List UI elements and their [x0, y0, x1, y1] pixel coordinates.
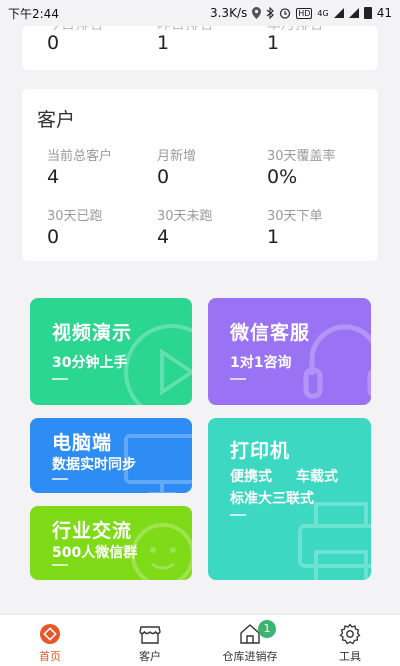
video-demo-tile[interactable]: 视频演示 30分钟上手	[30, 298, 192, 405]
tab-label: 工具	[339, 650, 361, 663]
rank-value-today: 0	[47, 32, 60, 54]
tile-dash	[230, 514, 246, 516]
tile-title: 微信客服	[230, 322, 311, 344]
pc-client-tile[interactable]: 电脑端 数据实时同步	[30, 418, 192, 493]
tile-title: 打印机	[230, 440, 291, 462]
customer-title: 客户	[37, 109, 76, 131]
tab-warehouse[interactable]: 1 仓库进销存	[200, 615, 300, 666]
status-bar: 下午2:44 3.3K/s HD 4G 41	[0, 0, 400, 26]
tile-subtitle-standard: 标准大三联式	[230, 491, 314, 507]
stat-orders[interactable]: 30天下单 1	[267, 205, 377, 248]
tile-dash	[52, 378, 68, 380]
tile-subtitle-vehicle: 车载式	[296, 469, 338, 485]
network-speed: 3.3K/s	[209, 6, 248, 20]
store-icon	[139, 626, 161, 644]
battery-level: 41	[376, 6, 392, 20]
status-time: 下午2:44	[8, 6, 59, 21]
alarm-icon	[280, 8, 291, 19]
stat-label: 30天未跑	[157, 209, 213, 224]
bluetooth-icon	[266, 7, 275, 19]
stat-visited[interactable]: 30天已跑 0	[47, 205, 157, 248]
stat-monthly-new[interactable]: 月新增 0	[157, 145, 267, 188]
rank-value-yesterday: 1	[157, 32, 170, 54]
stat-not-visited[interactable]: 30天未跑 4	[157, 205, 267, 248]
rank-value-month: 1	[267, 32, 280, 54]
bottom-tab-bar: 首页 客户 1 仓库进销存 工具	[0, 614, 400, 666]
customer-card[interactable]: 客户 当前总客户 4 月新增 0 30天覆盖率 0% 30天已跑 0 30天未跑…	[22, 89, 378, 261]
stat-coverage[interactable]: 30天覆盖率 0%	[267, 145, 377, 188]
tab-label: 客户	[139, 650, 161, 663]
industry-exchange-tile[interactable]: 行业交流 500人微信群	[30, 506, 192, 580]
stat-value: 4	[47, 166, 60, 188]
home-diamond-icon	[40, 624, 60, 644]
tile-subtitle: 1对1咨询	[230, 355, 292, 371]
battery-icon	[363, 7, 372, 19]
tab-home[interactable]: 首页	[0, 615, 100, 666]
stat-value: 0	[157, 166, 170, 188]
tile-title: 电脑端	[52, 432, 113, 454]
printer-tile[interactable]: 打印机 便携式 车载式 标准大三联式	[208, 418, 371, 580]
headset-icon	[303, 324, 371, 399]
location-icon	[252, 7, 262, 19]
tab-tools[interactable]: 工具	[300, 615, 400, 666]
tab-customer[interactable]: 客户	[100, 615, 200, 666]
signal-icon	[333, 8, 344, 18]
stat-label: 30天覆盖率	[267, 149, 336, 164]
stat-value: 0	[47, 226, 60, 248]
tile-subtitle: 数据实时同步	[52, 457, 136, 473]
stat-value: 4	[157, 226, 170, 248]
signal-icon-2	[348, 8, 359, 18]
printer-icon	[298, 502, 371, 580]
network-type: 4G	[317, 8, 329, 18]
tile-subtitle-portable: 便携式	[230, 469, 272, 485]
chat-face-icon	[131, 523, 192, 580]
stat-total-customers[interactable]: 当前总客户 4	[47, 145, 157, 188]
tab-label: 首页	[39, 650, 61, 663]
tile-subtitle: 500人微信群	[52, 545, 138, 561]
gear-icon	[339, 623, 361, 645]
play-icon	[124, 324, 192, 405]
wechat-service-tile[interactable]: 微信客服 1对1咨询	[208, 298, 371, 405]
notification-badge: 1	[258, 620, 276, 638]
stat-label: 月新增	[157, 149, 197, 164]
hd-badge: HD	[296, 7, 313, 19]
tile-dash	[52, 564, 68, 566]
ranking-card: 今日排名 昨日排名 本月排名 0 1 1	[22, 26, 378, 70]
tile-dash	[52, 478, 68, 480]
tile-dash	[230, 378, 246, 380]
stat-label: 当前总客户	[47, 149, 113, 164]
stat-value: 1	[267, 226, 280, 248]
stat-label: 30天下单	[267, 209, 323, 224]
tab-label: 仓库进销存	[222, 650, 278, 663]
stat-value: 0%	[267, 166, 298, 188]
tile-title: 视频演示	[52, 322, 133, 344]
tile-title: 行业交流	[52, 520, 133, 542]
tile-subtitle: 30分钟上手	[52, 355, 128, 371]
stat-label: 30天已跑	[47, 209, 103, 224]
